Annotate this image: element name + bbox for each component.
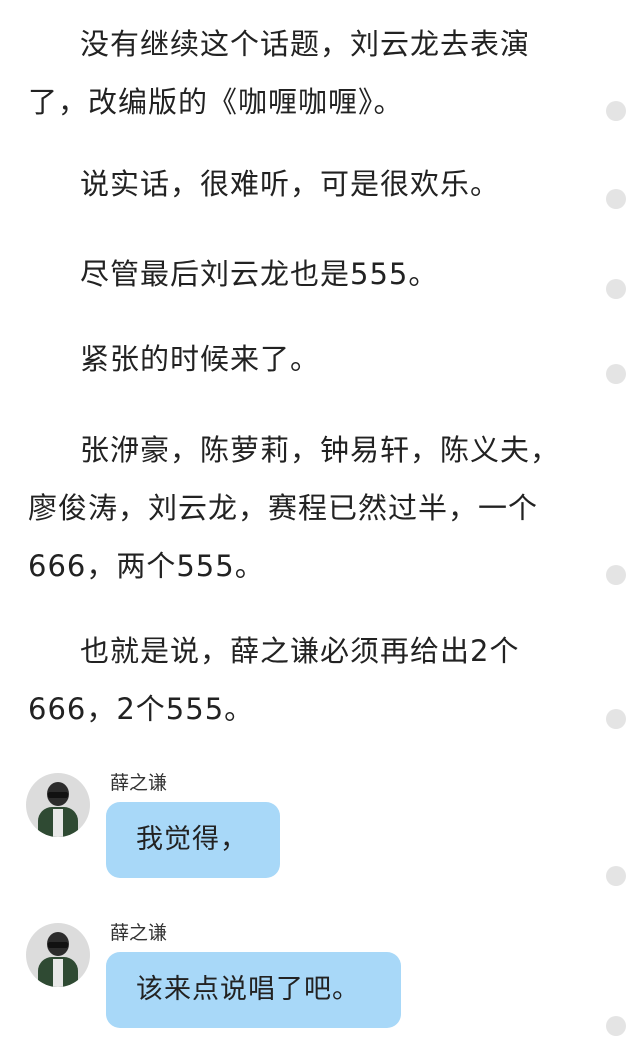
speaker-name: 薛之谦: [110, 922, 168, 944]
circle-icon[interactable]: [606, 364, 626, 384]
paragraph-2: 说实话，很难听，可是很欢乐。: [80, 167, 501, 201]
circle-icon[interactable]: [606, 101, 626, 121]
avatar[interactable]: [26, 773, 90, 837]
chat-bubble: 该来点说唱了吧。: [106, 952, 401, 1028]
circle-icon[interactable]: [606, 1016, 626, 1036]
chat-bubble: 我觉得，: [106, 802, 280, 878]
speaker-name: 薛之谦: [110, 772, 168, 794]
paragraph-6: 也就是说，薛之谦必须再给出2个666，2个555。: [28, 634, 520, 726]
circle-icon[interactable]: [606, 866, 626, 886]
circle-icon[interactable]: [606, 189, 626, 209]
sunglasses-icon: [48, 792, 68, 798]
avatar[interactable]: [26, 923, 90, 987]
paragraph-5: 张洢豪，陈萝莉，钟易轩，陈义夫，廖俊涛，刘云龙，赛程已然过半，一个666，两个5…: [28, 433, 561, 583]
paragraph-3: 尽管最后刘云龙也是555。: [80, 257, 439, 291]
circle-icon[interactable]: [606, 279, 626, 299]
paragraph-4: 紧张的时候来了。: [80, 342, 321, 376]
circle-icon[interactable]: [606, 709, 626, 729]
circle-icon[interactable]: [606, 565, 626, 585]
sunglasses-icon: [48, 942, 68, 948]
paragraph-1: 没有继续这个话题，刘云龙去表演了，改编版的《咖喱咖喱》。: [28, 27, 531, 119]
